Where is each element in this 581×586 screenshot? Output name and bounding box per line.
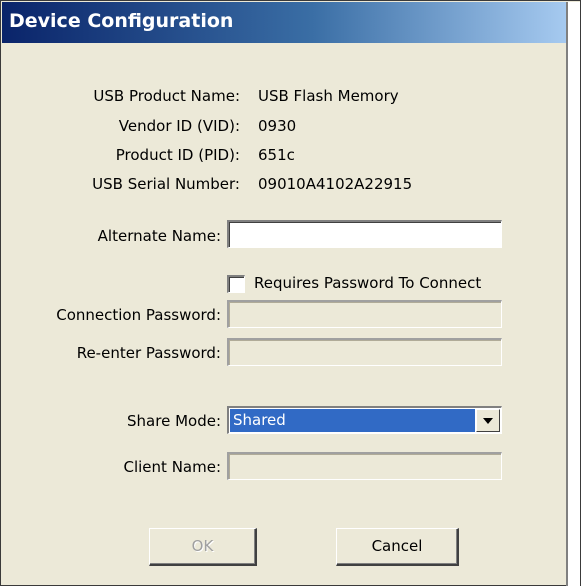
requires-password-checkbox[interactable] xyxy=(227,275,245,293)
share-mode-value: Shared xyxy=(230,409,475,432)
alternate-name-input[interactable] xyxy=(227,220,502,248)
reenter-password-label: Re-enter Password: xyxy=(76,344,221,362)
serial-number-value: 09010A4102A22915 xyxy=(258,175,413,193)
share-mode-select[interactable]: Shared xyxy=(227,406,502,434)
product-name-label: USB Product Name: xyxy=(93,87,240,105)
connection-password-input[interactable] xyxy=(227,300,502,328)
alternate-name-value xyxy=(229,225,232,243)
product-id-label: Product ID (PID): xyxy=(115,146,240,164)
cancel-button[interactable]: Cancel xyxy=(336,528,459,566)
ok-button[interactable]: OK xyxy=(149,528,257,566)
connection-password-label: Connection Password: xyxy=(56,306,221,324)
client-name-label: Client Name: xyxy=(123,458,222,476)
title-bar[interactable]: Device Configuration xyxy=(2,2,566,43)
requires-password-label[interactable]: Requires Password To Connect xyxy=(254,274,481,292)
serial-number-label: USB Serial Number: xyxy=(92,175,240,193)
window-right-edge xyxy=(566,2,580,586)
dropdown-arrow-button[interactable] xyxy=(476,409,500,432)
vendor-id-label: Vendor ID (VID): xyxy=(118,117,240,135)
device-configuration-dialog: Device Configuration USB Product Name: U… xyxy=(0,0,581,586)
alternate-name-label: Alternate Name: xyxy=(97,227,221,245)
chevron-down-icon xyxy=(483,418,493,424)
share-mode-label: Share Mode: xyxy=(127,412,221,430)
dialog-title: Device Configuration xyxy=(9,10,234,32)
reenter-password-input[interactable] xyxy=(227,338,502,366)
product-name-value: USB Flash Memory xyxy=(258,87,399,105)
product-id-value: 651c xyxy=(258,146,295,164)
client-name-input[interactable] xyxy=(227,452,502,480)
vendor-id-value: 0930 xyxy=(258,117,297,135)
